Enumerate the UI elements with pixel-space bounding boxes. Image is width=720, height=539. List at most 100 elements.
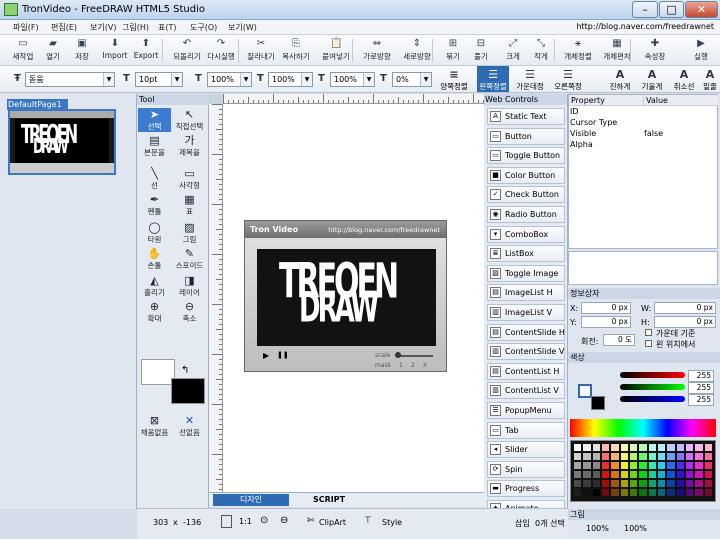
palette-swatch[interactable] <box>695 489 703 496</box>
palette-swatch[interactable] <box>574 444 582 451</box>
palette-swatch[interactable] <box>686 480 694 487</box>
fill-color-preview[interactable] <box>578 384 592 398</box>
palette-swatch[interactable] <box>602 471 610 478</box>
zoom-out-icon[interactable]: ⊖ <box>280 515 288 526</box>
palette-swatch[interactable] <box>639 489 647 496</box>
scale-slider-knob[interactable] <box>395 352 401 358</box>
x-input[interactable]: 0 px <box>581 302 631 314</box>
toolbar-button-19[interactable]: ✚ 속성창 <box>640 37 670 64</box>
palette-swatch[interactable] <box>639 462 647 469</box>
palette-swatch[interactable] <box>620 480 628 487</box>
web-control-static-text[interactable]: A Static Text <box>487 108 565 125</box>
web-control-progress[interactable]: ▬ Progress <box>487 480 565 498</box>
palette-swatch[interactable] <box>695 444 703 451</box>
palette-swatch[interactable] <box>602 444 610 451</box>
web-control-color-button[interactable]: ■ Color Button <box>487 166 565 184</box>
palette-swatch[interactable] <box>676 480 684 487</box>
tab-design[interactable]: 디자인 <box>213 494 289 506</box>
palette-swatch[interactable] <box>648 489 656 496</box>
web-control-slider[interactable]: ◂ Slider <box>487 441 565 459</box>
web-control-toggle-button[interactable]: ▭ Toggle Button <box>487 147 565 165</box>
palette-swatch[interactable] <box>620 453 628 460</box>
palette-swatch[interactable] <box>592 489 600 496</box>
swap-colors-icon[interactable]: ↰ <box>181 365 189 376</box>
palette-swatch[interactable] <box>592 444 600 451</box>
close-button[interactable]: ✕ <box>685 1 718 18</box>
clipart-button[interactable]: ClipArt <box>319 518 346 527</box>
tool-magnify-minus[interactable]: ⊖ 축소 <box>173 300 206 324</box>
palette-swatch[interactable] <box>658 471 666 478</box>
toolbar-button-10[interactable]: 📋 붙여넣기 <box>316 37 356 64</box>
scale-height-combo[interactable]: 100% ▼ <box>268 72 313 87</box>
tool-table[interactable]: ▦ 표 <box>173 193 206 217</box>
web-control-contentslide-v[interactable]: ▥ ContentSlide V <box>487 343 565 361</box>
menu-url[interactable]: http://blog.naver.com/freedrawnet <box>576 22 714 31</box>
palette-swatch[interactable] <box>611 480 619 487</box>
maximize-button[interactable]: □ <box>659 1 684 18</box>
palette-swatch[interactable] <box>630 453 638 460</box>
green-value[interactable]: 255 <box>688 382 714 394</box>
palette-swatch[interactable] <box>611 489 619 496</box>
palette-swatch[interactable] <box>676 444 684 451</box>
toolbar-button-3[interactable]: ▣ 저장 <box>68 37 96 64</box>
style-button[interactable]: Style <box>382 518 402 527</box>
format-button-1[interactable]: ≡ 양쪽정렬 <box>438 66 470 92</box>
web-control-listbox[interactable]: ≣ ListBox <box>487 245 565 263</box>
page-thumbnail[interactable]: TREOEN DRAW <box>8 109 116 175</box>
palette-swatch[interactable] <box>658 462 666 469</box>
toolbar-button-15[interactable]: ⤢ 크게 <box>500 37 526 64</box>
toolbar-button-8[interactable]: ✂ 잘라내기 <box>246 37 276 64</box>
property-value[interactable]: false <box>644 129 663 138</box>
palette-swatch[interactable] <box>648 462 656 469</box>
palette-swatch[interactable] <box>695 480 703 487</box>
palette-swatch[interactable] <box>648 471 656 478</box>
h-input[interactable]: 0 px <box>654 316 716 328</box>
format-button-3[interactable]: ☰가운데정렬 <box>514 66 546 102</box>
palette-swatch[interactable] <box>574 462 582 469</box>
toolbar-button-5[interactable]: ⬆ Export <box>131 37 161 64</box>
red-value[interactable]: 255 <box>688 370 714 382</box>
palette-swatch[interactable] <box>574 489 582 496</box>
play-icon[interactable]: ▶ <box>263 351 269 360</box>
palette-swatch[interactable] <box>620 489 628 496</box>
palette-swatch[interactable] <box>630 471 638 478</box>
mask-option-2[interactable]: 2 <box>411 362 415 369</box>
scale-width-combo[interactable]: 100% ▼ <box>207 72 252 87</box>
toolbar-button-17[interactable]: ⚹ 개체정렬 <box>560 37 596 64</box>
font-size-combo[interactable]: 10pt ▼ <box>135 72 183 87</box>
palette-swatch[interactable] <box>574 453 582 460</box>
palette-swatch[interactable] <box>592 480 600 487</box>
palette-swatch[interactable] <box>667 480 675 487</box>
left-position-checkbox[interactable] <box>645 340 652 347</box>
palette-swatch[interactable] <box>574 480 582 487</box>
palette-swatch[interactable] <box>686 444 694 451</box>
palette-swatch[interactable] <box>611 444 619 451</box>
tool-direct-select[interactable]: ↖ 직접선택 <box>173 108 206 132</box>
palette-swatch[interactable] <box>695 453 703 460</box>
toolbar-button-18[interactable]: ▦ 개체편차 <box>597 37 637 64</box>
palette-swatch[interactable] <box>648 444 656 451</box>
palette-swatch[interactable] <box>704 489 712 496</box>
palette-swatch[interactable] <box>583 462 591 469</box>
center-basis-checkbox[interactable] <box>645 329 652 336</box>
palette-swatch[interactable] <box>602 453 610 460</box>
palette-swatch[interactable] <box>630 489 638 496</box>
palette-swatch[interactable] <box>658 480 666 487</box>
web-control-spin[interactable]: ⟳ Spin <box>487 460 565 478</box>
palette-swatch[interactable] <box>695 471 703 478</box>
w-input[interactable]: 0 px <box>654 302 716 314</box>
palette-swatch[interactable] <box>592 453 600 460</box>
toolbar-button-12[interactable]: ⇕ 세로방향 <box>398 37 436 64</box>
tool-layer[interactable]: ◨ 레이어 <box>173 274 206 298</box>
tool-arrow-select[interactable]: ➤ 선택 <box>138 108 171 132</box>
tool-line[interactable]: ╲ 선 <box>138 167 171 191</box>
palette-swatch[interactable] <box>704 453 712 460</box>
palette-swatch[interactable] <box>602 489 610 496</box>
palette-swatch[interactable] <box>676 471 684 478</box>
palette-swatch[interactable] <box>611 462 619 469</box>
palette-swatch[interactable] <box>648 480 656 487</box>
web-control-radio-button[interactable]: ◉ Radio Button <box>487 206 565 223</box>
palette-swatch[interactable] <box>583 471 591 478</box>
format-button-7[interactable]: A 취소선 <box>668 66 700 92</box>
y-input[interactable]: 0 px <box>581 316 631 328</box>
